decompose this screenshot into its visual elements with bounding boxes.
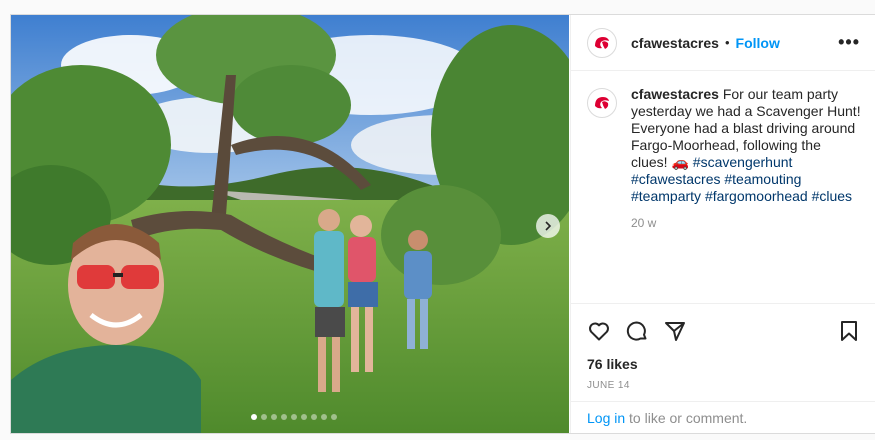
carousel-dot — [291, 414, 297, 420]
likes-count[interactable]: 76 likes — [571, 346, 875, 372]
carousel-next-button[interactable] — [536, 214, 560, 238]
comment-icon — [626, 321, 647, 341]
photo-scene — [11, 15, 569, 433]
post-photo[interactable] — [11, 15, 569, 433]
hashtag[interactable]: #cfawestacres — [631, 171, 720, 187]
hashtag[interactable]: #teamparty — [631, 188, 701, 204]
post-header: cfawestacres • Follow ••• — [571, 15, 875, 71]
post-date: JUNE 14 — [587, 380, 630, 391]
carousel-dot — [251, 414, 257, 420]
post-username[interactable]: cfawestacres — [631, 35, 719, 51]
hashtag[interactable]: #scavengerhunt — [693, 154, 793, 170]
car-emoji: 🚗 — [671, 154, 689, 170]
hashtag[interactable]: #fargomoorhead — [705, 188, 808, 204]
caption-body: cfawestacres For our team party yesterda… — [631, 86, 861, 288]
post-sidebar: cfawestacres • Follow ••• cfawestacres F… — [570, 15, 875, 433]
share-button[interactable] — [663, 319, 687, 343]
post-age[interactable]: 20 w — [631, 215, 861, 232]
login-link[interactable]: Log in — [587, 410, 625, 426]
more-options-icon[interactable]: ••• — [838, 32, 860, 53]
share-icon — [665, 322, 685, 341]
carousel-dot — [301, 414, 307, 420]
carousel-dot — [271, 414, 277, 420]
header-separator: • — [724, 35, 730, 50]
carousel-indicator — [251, 414, 337, 420]
page: cfawestacres • Follow ••• cfawestacres F… — [0, 0, 875, 440]
login-prompt: Log in to like or comment. — [571, 401, 875, 433]
carousel-dot — [311, 414, 317, 420]
chick-fil-a-logo[interactable] — [587, 88, 617, 118]
save-button[interactable] — [837, 319, 861, 343]
carousel-dot — [331, 414, 337, 420]
hashtag[interactable]: #clues — [812, 188, 852, 204]
heart-icon — [589, 322, 609, 341]
comment-button[interactable] — [625, 319, 649, 343]
post-actions: 76 likes JUNE 14 Log in to like or comme… — [571, 303, 875, 433]
follow-button[interactable]: Follow — [736, 35, 780, 51]
chevron-right-icon — [545, 221, 552, 231]
action-icons — [571, 304, 875, 346]
carousel-dot — [321, 414, 327, 420]
chick-fil-a-logo-mark — [595, 97, 609, 109]
login-prompt-text: to like or comment. — [625, 410, 748, 426]
carousel-dot — [261, 414, 267, 420]
chick-fil-a-logo[interactable] — [587, 27, 617, 58]
hashtag[interactable]: #teamouting — [724, 171, 801, 187]
instagram-post: cfawestacres • Follow ••• cfawestacres F… — [10, 14, 875, 434]
bookmark-icon — [841, 321, 857, 341]
carousel-dot — [281, 414, 287, 420]
like-button[interactable] — [587, 319, 611, 343]
chick-fil-a-logo-mark — [595, 36, 609, 49]
caption: cfawestacres For our team party yesterda… — [571, 72, 875, 302]
caption-username[interactable]: cfawestacres — [631, 86, 719, 102]
